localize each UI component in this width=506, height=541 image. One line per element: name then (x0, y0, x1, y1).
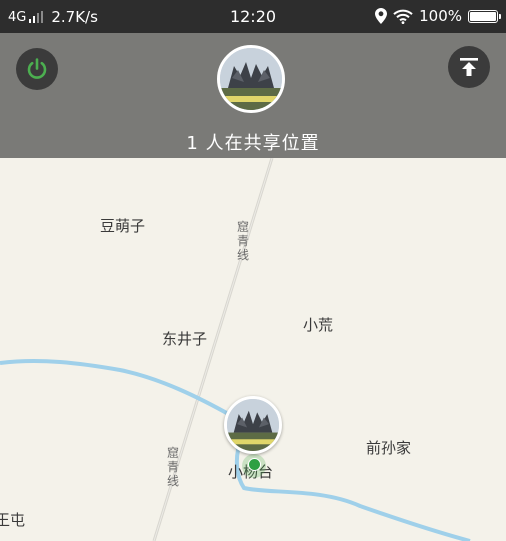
avatar-image (227, 399, 279, 451)
status-bar: 4G 2.7K/s 12:20 100% (0, 0, 506, 33)
place-wangtun: 王屯 (0, 511, 26, 529)
battery-percent: 100% (419, 7, 462, 25)
battery-icon (468, 9, 501, 23)
share-count-text: 1 人在共享位置 (186, 133, 320, 154)
avatar-image (220, 48, 282, 110)
place-qiansunjia: 前孙家 (366, 439, 412, 457)
road-label-bottom: 窟青线 (166, 446, 179, 488)
place-dongjingzi: 东井子 (162, 330, 208, 348)
map-background (0, 158, 506, 541)
power-icon (27, 58, 47, 79)
arrow-up-to-top-icon (460, 58, 478, 76)
power-button[interactable] (16, 48, 58, 90)
place-doumengzi: 豆萌子 (100, 217, 146, 235)
map-user-avatar[interactable] (224, 396, 282, 454)
map-view[interactable]: 豆萌子 东井子 小荒 前孙家 小杨台 王屯 窟青线 窟青线 (0, 158, 506, 541)
status-right: 100% (375, 7, 501, 25)
place-xiaohuang: 小荒 (303, 316, 334, 334)
battery-fill (470, 11, 496, 21)
wifi-icon (393, 9, 413, 24)
location-dot (248, 458, 261, 471)
location-icon (375, 8, 388, 24)
to-top-button[interactable] (448, 46, 490, 88)
avatar[interactable] (217, 45, 285, 113)
road-label-top: 窟青线 (236, 220, 249, 262)
share-header: 1 人在共享位置 (0, 33, 506, 158)
